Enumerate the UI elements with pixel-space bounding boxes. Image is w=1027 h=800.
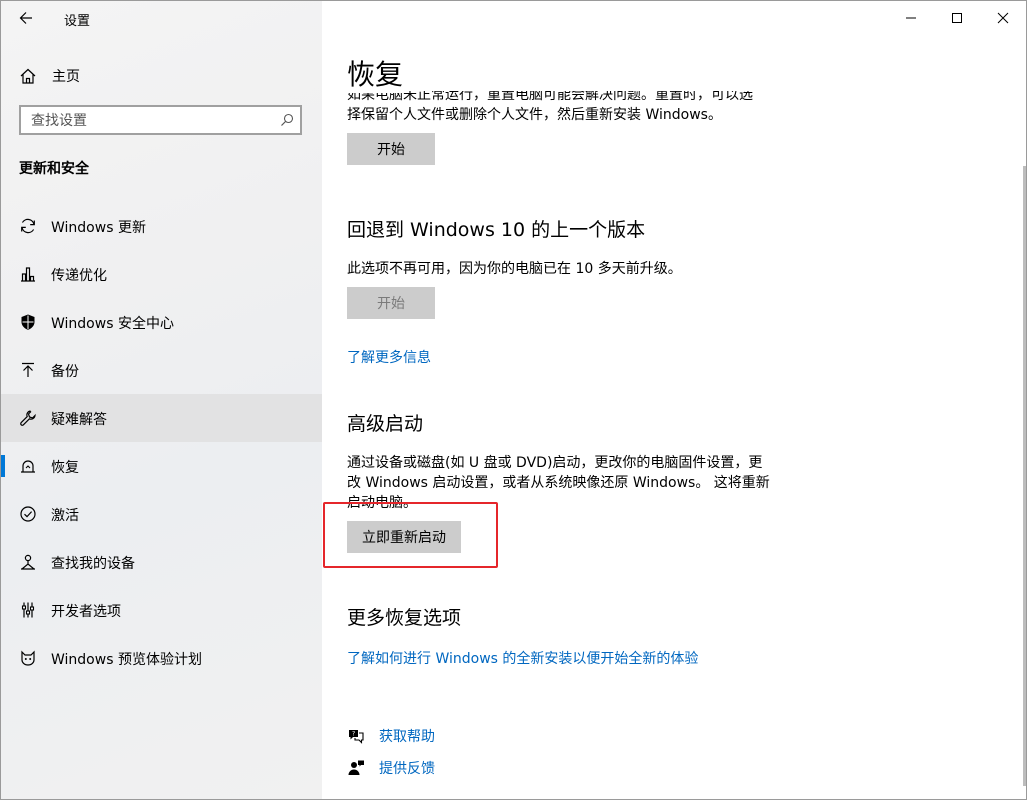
sidebar-item-developer[interactable]: 开发者选项 [1,586,322,634]
sidebar-item-windows-update[interactable]: Windows 更新 [1,202,322,250]
reset-description: 如果电脑未正常运行，重置电脑可能会解决问题。重置时，可以选 择保留个人文件或删除… [347,87,817,125]
sidebar: 设置 主页 更新和安全 Windows 更新 [1,1,322,799]
get-help-link[interactable]: 获取帮助 [379,726,435,746]
go-back-start-button[interactable]: 开始 [347,287,435,319]
search-input[interactable] [29,111,273,131]
sidebar-item-label: 激活 [51,508,79,524]
sidebar-item-label: Windows 预览体验计划 [51,652,202,668]
sidebar-item-find-my-device[interactable]: 查找我的设备 [1,538,322,586]
learn-more-link[interactable]: 了解更多信息 [347,347,431,367]
search-icon[interactable] [280,113,294,127]
window-title: 设置 [64,14,91,29]
sidebar-item-windows-security[interactable]: Windows 安全中心 [1,298,322,346]
sidebar-item-backup[interactable]: 备份 [1,346,322,394]
settings-window: 设置 主页 更新和安全 Windows 更新 [0,0,1027,800]
reset-start-button[interactable]: 开始 [347,133,435,165]
home-icon [20,68,36,84]
backup-upload-icon [22,362,34,377]
reset-description-line1: 如果电脑未正常运行，重置电脑可能会解决问题。重置时，可以选 [347,87,753,103]
go-back-description: 此选项不再可用，因为你的电脑已在 10 多天前升级。 [347,261,682,277]
svg-text:?: ? [352,731,355,738]
sidebar-item-label: 疑难解答 [51,412,107,428]
check-circle-icon [20,506,36,522]
sidebar-nav: Windows 更新 传递优化 Windows 安全中心 备份 疑难解答 恢复 … [1,202,322,682]
page-title: 恢复 [347,53,410,93]
close-button[interactable] [980,1,1026,35]
chat-help-icon: ? [349,730,364,744]
advanced-startup-line1: 通过设备或磁盘(如 U 盘或 DVD)启动，更改你的电脑固件设置，更 [347,455,763,471]
feedback-person-icon [348,760,364,775]
scrollbar[interactable] [1023,166,1026,786]
sidebar-item-label: 备份 [51,364,79,380]
sidebar-item-home[interactable]: 主页 [1,59,322,91]
close-icon [997,12,1009,24]
sidebar-item-insider[interactable]: Windows 预览体验计划 [1,634,322,682]
restart-now-button[interactable]: 立即重新启动 [347,521,461,553]
selection-indicator [1,455,5,477]
sync-icon [21,218,35,234]
home-label: 主页 [52,69,80,85]
sidebar-item-delivery-optimization[interactable]: 传递优化 [1,250,322,298]
reset-description-line2: 择保留个人文件或删除个人文件，然后重新安装 Windows。 [347,107,722,123]
sidebar-item-label: 传递优化 [51,268,107,284]
recovery-icon [21,460,35,473]
maximize-button[interactable] [934,1,980,35]
sidebar-item-label: 开发者选项 [51,604,121,620]
sidebar-item-label: 查找我的设备 [51,556,135,572]
back-button[interactable] [11,5,41,31]
go-back-heading: 回退到 Windows 10 的上一个版本 [347,219,646,241]
minimize-button[interactable] [888,1,934,35]
wrench-icon [20,410,36,426]
main-content: 如果电脑未正常运行，重置电脑可能会解决问题。重置时，可以选 择保留个人文件或删除… [322,1,1026,799]
sidebar-item-activation[interactable]: 激活 [1,490,322,538]
insider-cat-icon [21,650,35,666]
advanced-startup-line2: 改 Windows 启动设置，或者从系统映像还原 Windows。 这将重新 [347,475,770,491]
title-bar: 设置 [1,1,322,35]
minimize-icon [906,17,916,19]
fresh-start-link[interactable]: 了解如何进行 Windows 的全新安装以便开始全新的体验 [347,648,698,668]
feedback-link[interactable]: 提供反馈 [379,758,435,778]
sidebar-item-label: Windows 更新 [51,220,146,236]
feedback-row[interactable]: 提供反馈 [347,758,435,778]
developer-icon [21,602,35,618]
maximize-icon [952,13,962,23]
sidebar-item-label: 恢复 [51,460,79,476]
search-box[interactable] [19,105,302,135]
shield-icon [21,314,35,330]
back-arrow-icon [19,12,32,24]
get-help-row[interactable]: ? 获取帮助 [347,726,435,746]
section-heading: 更新和安全 [19,161,89,177]
advanced-startup-heading: 高级启动 [347,413,424,435]
sidebar-item-recovery[interactable]: 恢复 [1,442,322,490]
delivery-optimization-icon [21,267,35,282]
find-device-icon [21,554,35,570]
sidebar-item-label: Windows 安全中心 [51,316,174,332]
more-recovery-heading: 更多恢复选项 [347,607,462,629]
window-controls [888,1,1026,35]
sidebar-item-troubleshoot[interactable]: 疑难解答 [1,394,322,442]
